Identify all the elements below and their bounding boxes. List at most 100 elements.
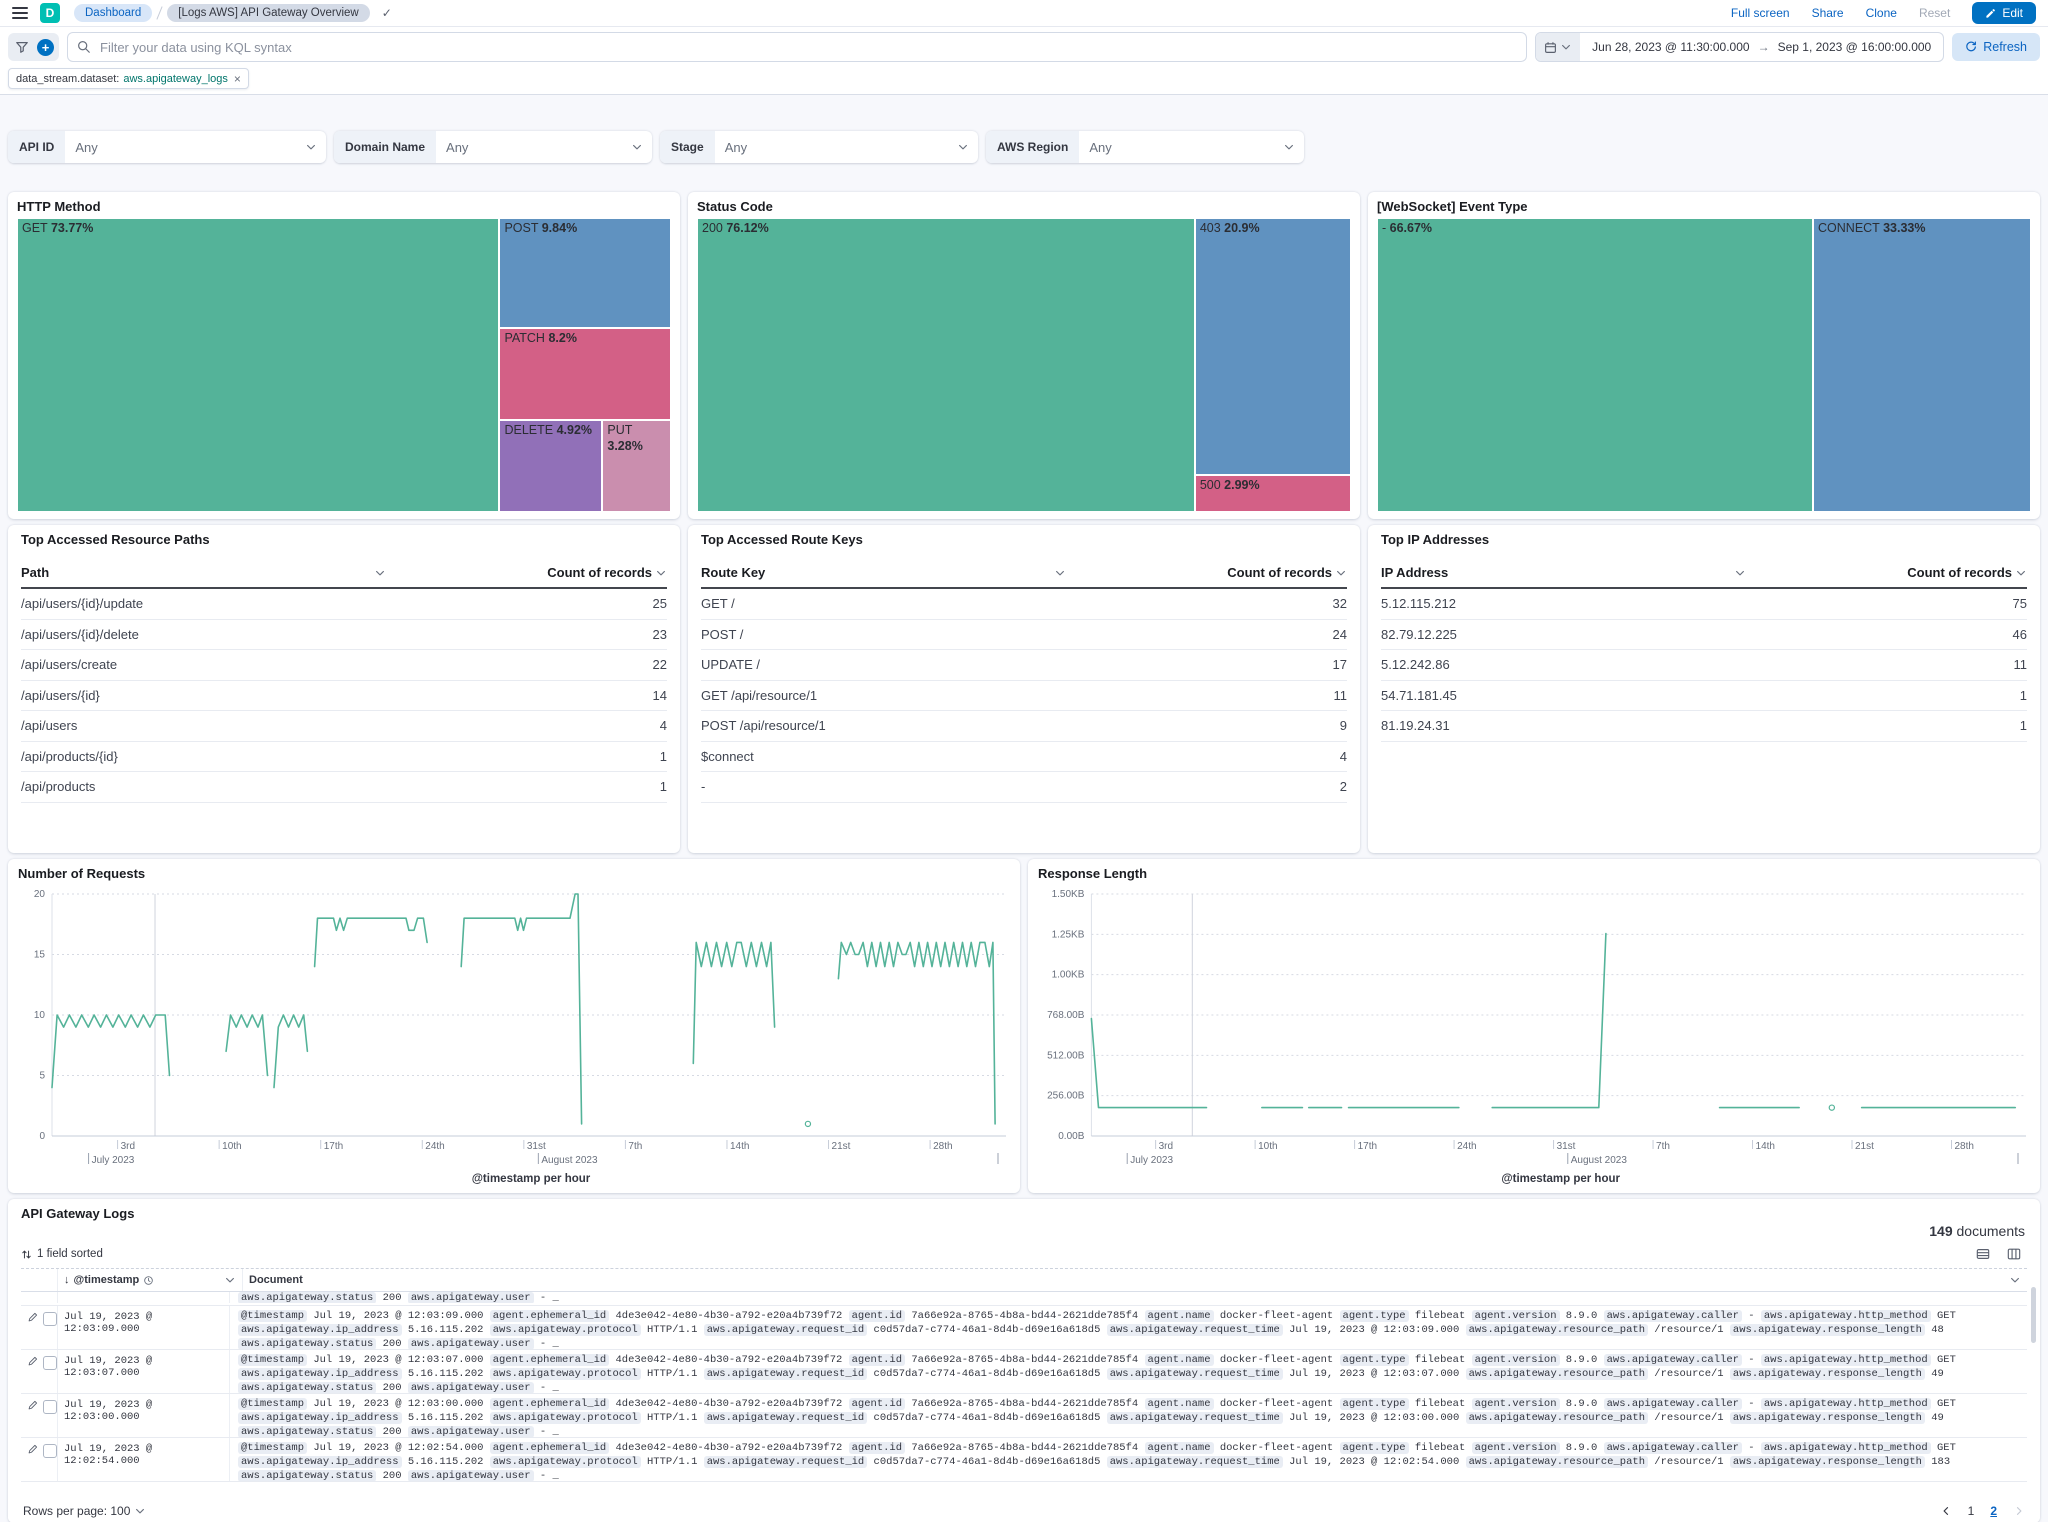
next-page-button[interactable] — [2013, 1505, 2025, 1517]
table-cell-key: 82.79.12.225 — [1381, 627, 1756, 642]
page-button-1[interactable]: 1 — [1968, 1504, 1975, 1518]
column-header-count-of-records[interactable]: Count of records — [1756, 565, 2027, 580]
table-header-row: PathCount of records — [21, 565, 667, 589]
expand-document-icon[interactable] — [27, 1356, 38, 1367]
table-cell-count: 75 — [1756, 596, 2027, 611]
treemap-tile-delete[interactable]: DELETE 4.92% — [499, 420, 602, 512]
share-link[interactable]: Share — [1812, 6, 1844, 20]
column-header-label: IP Address — [1381, 565, 1448, 580]
control-domain-name[interactable]: Domain NameAny — [334, 131, 652, 163]
svg-text:1.25KB: 1.25KB — [1052, 929, 1085, 940]
control-api-id[interactable]: API IDAny — [8, 131, 326, 163]
table-cell-count: 11 — [1756, 657, 2027, 672]
column-header-ip-address[interactable]: IP Address — [1381, 565, 1756, 580]
field-chip: aws.apigateway.ip_address — [238, 1456, 402, 1468]
table-panel-top-ip-addresses: Top IP AddressesIP AddressCount of recor… — [1368, 525, 2040, 853]
grid-header-document[interactable]: Document — [242, 1269, 2027, 1291]
truncation-mark: _ — [552, 1382, 558, 1393]
menu-icon[interactable] — [12, 7, 28, 19]
field-chip: aws.apigateway.request_time — [1107, 1368, 1283, 1380]
chevron-down-icon — [374, 567, 386, 579]
svg-text:31st: 31st — [527, 1141, 546, 1152]
app-logo[interactable]: D — [40, 3, 60, 23]
refresh-button[interactable]: Refresh — [1952, 33, 2040, 61]
arrow-right-icon: → — [1758, 40, 1770, 54]
breadcrumb-dashboard[interactable]: Dashboard — [74, 4, 152, 22]
treemap-tile-get[interactable]: GET 73.77% — [17, 218, 499, 512]
reset-link[interactable]: Reset — [1919, 6, 1950, 20]
svg-text:0: 0 — [39, 1131, 45, 1142]
filter-funnel-icon[interactable] — [13, 38, 31, 56]
expand-document-icon[interactable] — [27, 1444, 38, 1455]
truncation-mark: _ — [552, 1426, 558, 1437]
column-header-path[interactable]: Path — [21, 565, 396, 580]
treemap-tile-[interactable]: - 66.67% — [1377, 218, 1813, 512]
treemap-tile-label: CONNECT 33.33% — [1818, 221, 1925, 235]
field-sorted-button[interactable]: 1 field sorted — [21, 1248, 103, 1260]
row-checkbox[interactable] — [43, 1356, 57, 1370]
filter-pill[interactable]: data_stream.dataset: aws.apigateway_logs… — [8, 68, 249, 89]
table-header-row: IP Address Count of records — [1381, 565, 2027, 589]
control-stage[interactable]: StageAny — [660, 131, 978, 163]
table-cell-count: 4 — [396, 718, 667, 733]
table-cell-count: 17 — [1076, 657, 1347, 672]
table-cell-key: 81.19.24.31 — [1381, 718, 1756, 733]
full-screen-link[interactable]: Full screen — [1731, 6, 1790, 20]
column-header-route-key[interactable]: Route Key — [701, 565, 1076, 580]
scrollbar-thumb[interactable] — [2031, 1287, 2036, 1343]
row-checkbox[interactable] — [43, 1312, 57, 1326]
svg-text:20: 20 — [34, 889, 46, 900]
add-filter-button[interactable]: + — [37, 39, 54, 56]
control-aws-region[interactable]: AWS RegionAny — [986, 131, 1304, 163]
svg-text:768.00B: 768.00B — [1047, 1010, 1085, 1021]
treemap-tile-post[interactable]: POST 9.84% — [499, 218, 671, 328]
treemap-tile-200[interactable]: 200 76.12% — [697, 218, 1195, 512]
table-cell-count: 11 — [1076, 688, 1347, 703]
chevron-down-icon — [2009, 1274, 2021, 1286]
edit-button[interactable]: Edit — [1972, 2, 2036, 24]
grid-header-timestamp[interactable]: ↓@timestamp — [57, 1269, 242, 1291]
chevron-down-icon — [1560, 41, 1572, 53]
page-button-2[interactable]: 2 — [1990, 1504, 1997, 1518]
field-chip: aws.apigateway.response_length — [1730, 1368, 1925, 1380]
row-checkbox[interactable] — [43, 1444, 57, 1458]
svg-text:256.00B: 256.00B — [1047, 1091, 1085, 1102]
table-cell-count: 1 — [1756, 688, 2027, 703]
kql-search-input[interactable] — [98, 39, 1517, 56]
rows-per-page-button[interactable]: Rows per page: 100 — [23, 1504, 146, 1518]
treemap-tile-patch[interactable]: PATCH 8.2% — [499, 328, 671, 420]
line-chart[interactable]: 051015203rd10th17th24th31st7th14th21st28… — [18, 884, 1010, 1186]
date-range-start[interactable]: Jun 28, 2023 @ 11:30:00.000 — [1592, 40, 1749, 54]
control-value: Any — [65, 140, 305, 155]
field-chip: aws.apigateway.request_time — [1107, 1456, 1283, 1468]
expand-document-icon[interactable] — [27, 1400, 38, 1411]
clone-link[interactable]: Clone — [1866, 6, 1897, 20]
table-cell-count: 32 — [1076, 596, 1347, 611]
table-cell-key: /api/users/{id}/delete — [21, 627, 396, 642]
table-cell-count: 25 — [396, 596, 667, 611]
check-icon[interactable]: ✓ — [382, 6, 392, 20]
log-row: Jul 19, 2023 @ 12:03:09.000@timestamp Ju… — [21, 1292, 2027, 1303]
full-screen-grid-icon[interactable] — [2005, 1245, 2023, 1263]
column-header-count-of-records[interactable]: Count of records — [396, 565, 667, 580]
field-chip: aws.apigateway.user — [408, 1338, 534, 1349]
treemap-tile-connect[interactable]: CONNECT 33.33% — [1813, 218, 2031, 512]
treemap-tile-put[interactable]: PUT 3.28% — [602, 420, 671, 512]
column-header-count-of-records[interactable]: Count of records — [1076, 565, 1347, 580]
treemap-tile-403[interactable]: 403 20.9% — [1195, 218, 1351, 475]
display-options-icon[interactable] — [1974, 1245, 1992, 1263]
sort-fields-icon — [21, 1249, 32, 1260]
kql-search-box[interactable] — [67, 32, 1527, 62]
close-icon[interactable]: × — [234, 72, 241, 86]
table-row: /api/users4 — [21, 711, 667, 742]
log-row-controls — [21, 1306, 57, 1349]
expand-document-icon[interactable] — [27, 1312, 38, 1323]
date-range-end[interactable]: Sep 1, 2023 @ 16:00:00.000 — [1778, 40, 1932, 54]
table-row: UPDATE /17 — [701, 650, 1347, 681]
previous-page-button[interactable] — [1940, 1505, 1952, 1517]
treemap-tile-500[interactable]: 500 2.99% — [1195, 475, 1351, 512]
date-picker-button[interactable] — [1536, 33, 1580, 61]
field-chip: aws.apigateway.resource_path — [1466, 1456, 1648, 1468]
row-checkbox[interactable] — [43, 1400, 57, 1414]
line-chart[interactable]: 0.00B256.00B512.00B768.00B1.00KB1.25KB1.… — [1038, 884, 2030, 1186]
